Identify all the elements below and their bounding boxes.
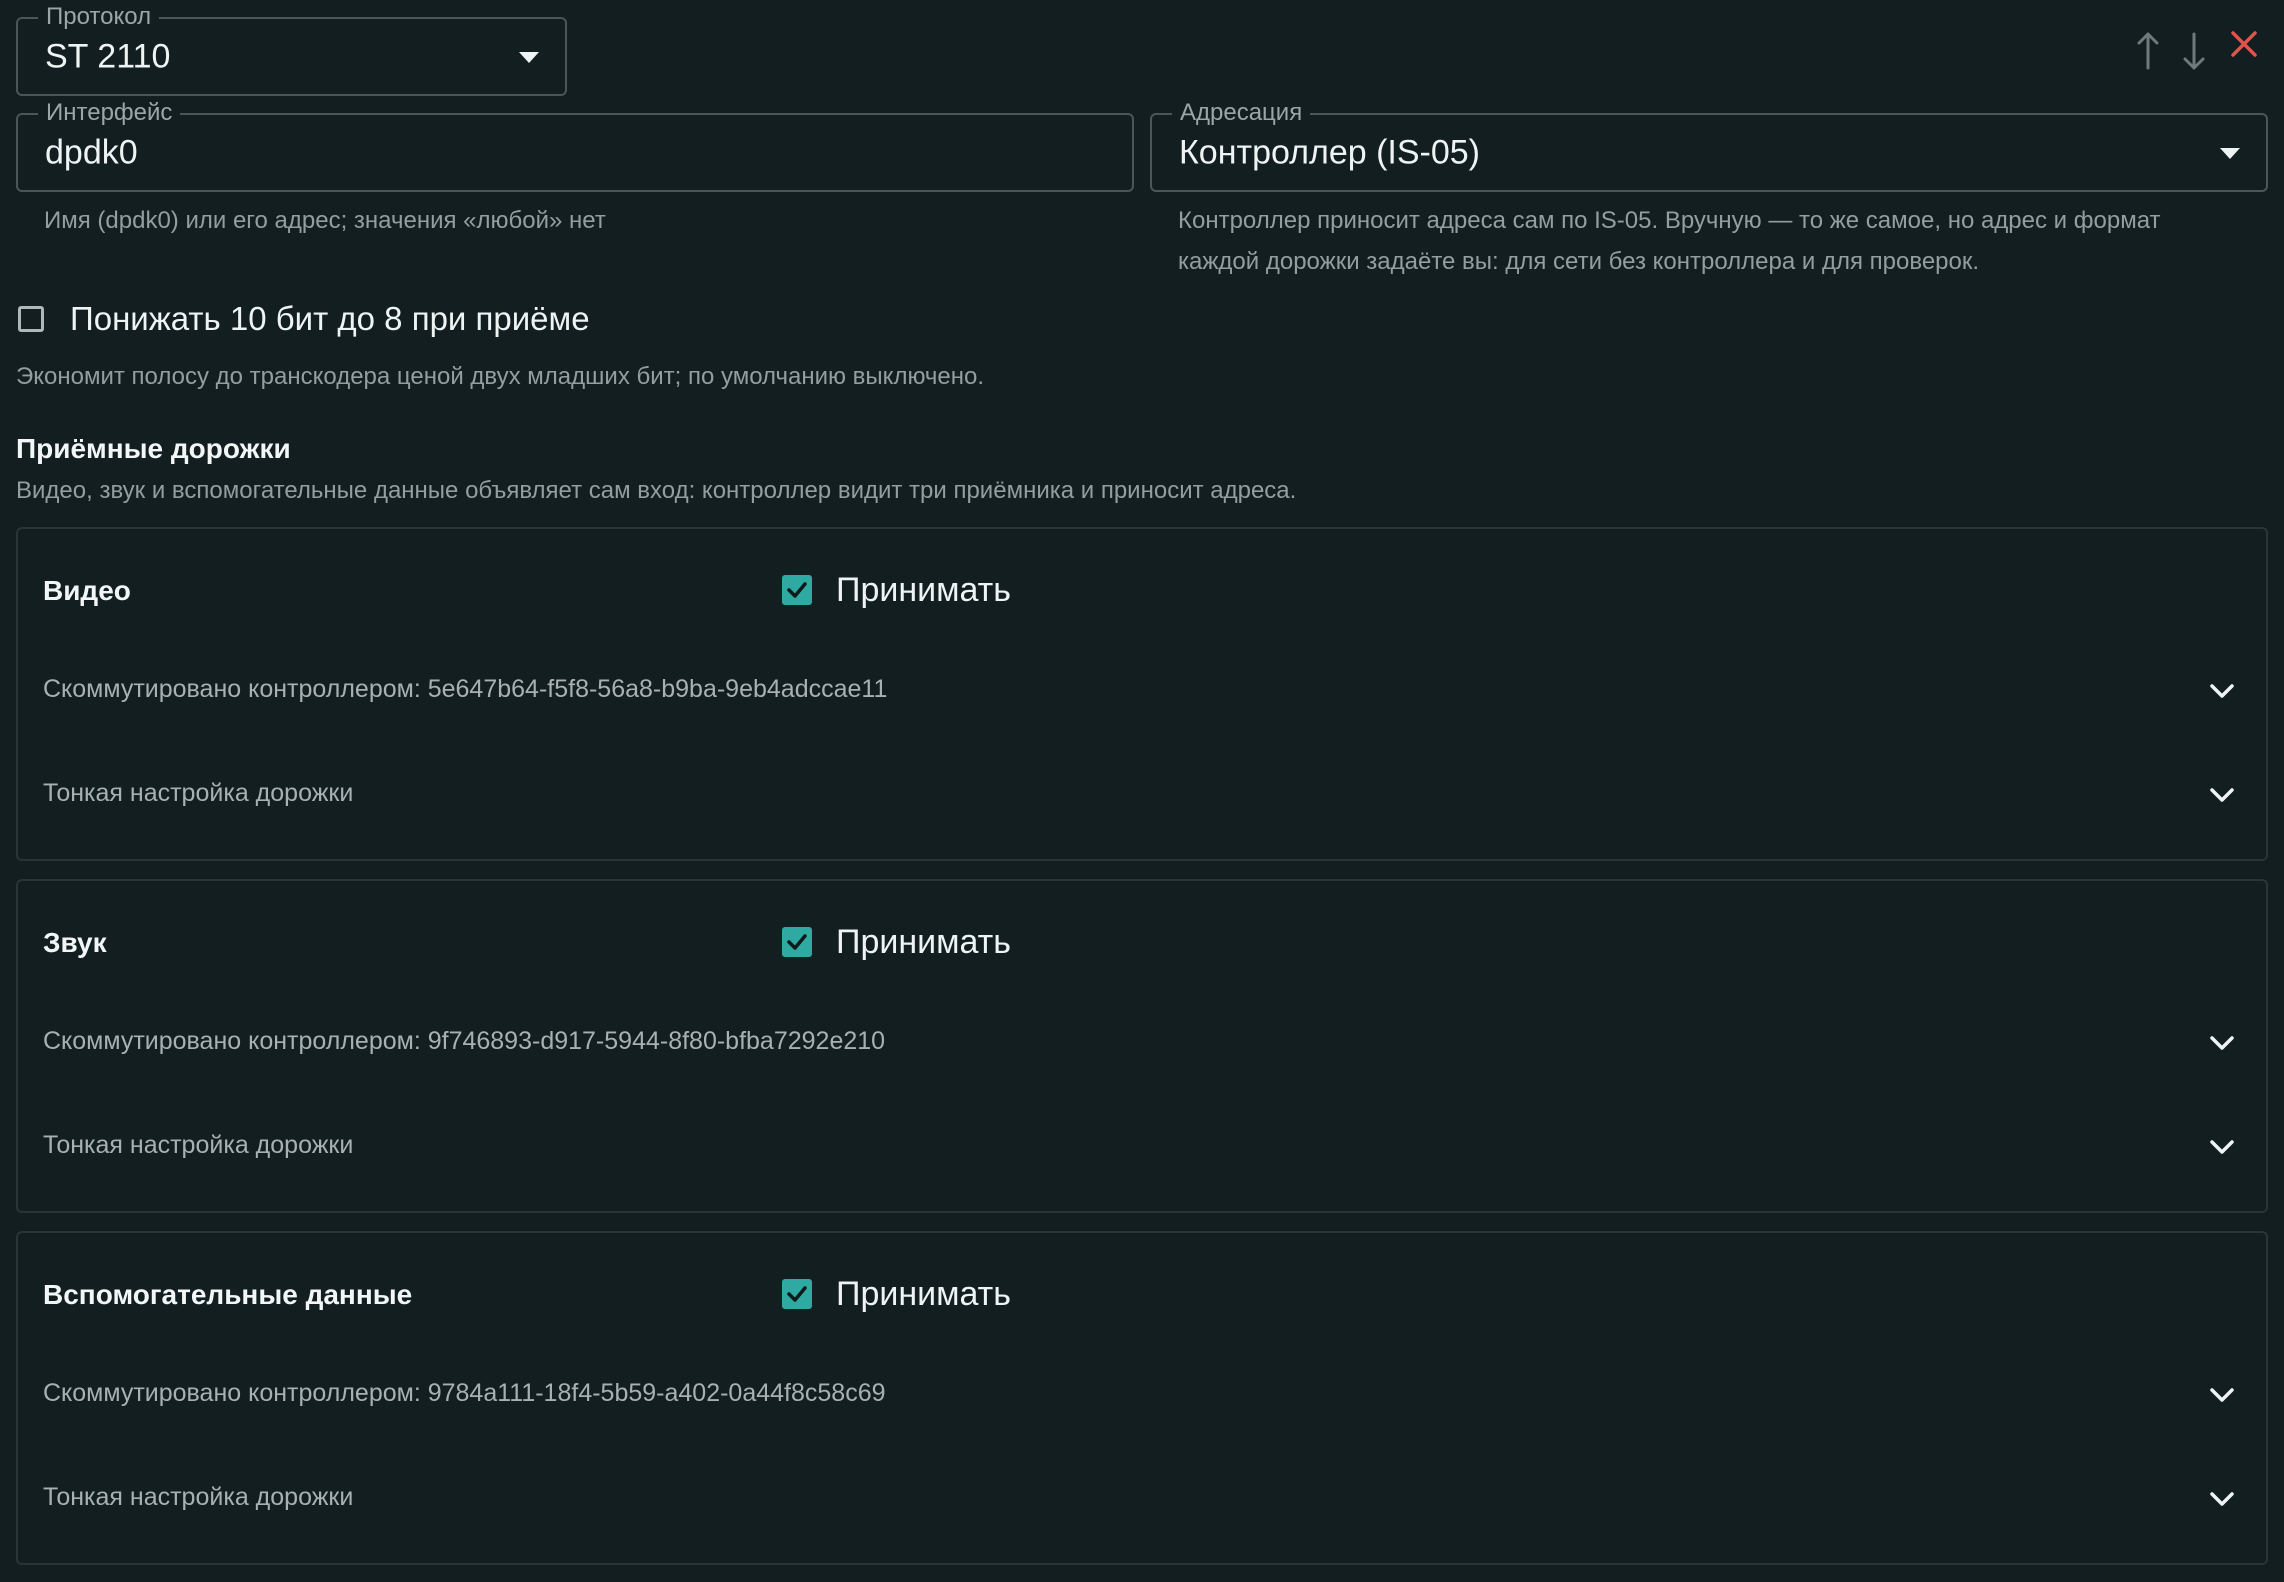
move-up-button[interactable]: [2128, 22, 2168, 78]
track-title: Звук: [43, 927, 107, 958]
chevron-down-icon[interactable]: [2208, 1033, 2236, 1053]
tracks-section-title: Приёмные дорожки: [16, 433, 291, 464]
track-card-video: Видео Принимать Скоммутировано контролле…: [16, 527, 2268, 861]
chevron-down-icon[interactable]: [2208, 1137, 2236, 1157]
addressing-legend: Адресация: [1172, 98, 1311, 128]
downconvert-checkbox[interactable]: [18, 306, 44, 332]
routed-row[interactable]: Скоммутировано контроллером: 9f746893-d9…: [43, 1027, 885, 1056]
protocol-value: ST 2110: [45, 37, 171, 75]
accept-label[interactable]: Принимать: [836, 1275, 1011, 1314]
checkmark-icon: [787, 934, 807, 950]
accept-label[interactable]: Принимать: [836, 923, 1011, 962]
addressing-helper-line1: Контроллер приносит адреса сам по IS-05.…: [1178, 207, 2161, 234]
tracks-section-subtitle: Видео, звук и вспомогательные данные объ…: [16, 477, 1297, 504]
downconvert-label[interactable]: Понижать 10 бит до 8 при приёме: [70, 300, 590, 338]
move-down-button[interactable]: [2174, 22, 2214, 78]
protocol-legend: Протокол: [38, 2, 160, 32]
accept-checkbox[interactable]: [782, 927, 812, 957]
remove-button[interactable]: [2224, 24, 2264, 80]
close-icon: [2231, 31, 2257, 57]
caret-down-icon: [519, 51, 539, 63]
track-title: Видео: [43, 575, 131, 606]
protocol-select[interactable]: Протокол ST 2110: [16, 2, 567, 96]
addressing-value: Контроллер (IS-05): [1179, 133, 1480, 171]
chevron-down-icon[interactable]: [2208, 1489, 2236, 1509]
accept-checkbox[interactable]: [782, 575, 812, 605]
chevron-down-icon[interactable]: [2208, 1385, 2236, 1405]
arrow-up-icon: [2137, 32, 2159, 70]
track-card-ancillary: Вспомогательные данные Принимать Скоммут…: [16, 1231, 2268, 1565]
accept-checkbox[interactable]: [782, 1279, 812, 1309]
checkmark-icon: [787, 582, 807, 598]
tuning-row[interactable]: Тонкая настройка дорожки: [43, 1131, 353, 1160]
tuning-row[interactable]: Тонкая настройка дорожки: [43, 779, 353, 808]
interface-legend: Интерфейс: [38, 98, 181, 128]
addressing-helper-line2: каждой дорожки задаёте вы: для сети без …: [1178, 248, 1980, 275]
accept-label[interactable]: Принимать: [836, 571, 1011, 610]
track-title: Вспомогательные данные: [43, 1279, 413, 1310]
arrow-down-icon: [2183, 32, 2205, 70]
addressing-helper: Контроллер приносит адреса сам по IS-05.…: [1178, 200, 2161, 282]
checkmark-icon: [787, 1286, 807, 1302]
chevron-down-icon[interactable]: [2208, 785, 2236, 805]
downconvert-helper: Экономит полосу до транскодера ценой дву…: [16, 363, 985, 390]
interface-input[interactable]: Интерфейс dpdk0: [16, 98, 1134, 192]
interface-value: dpdk0: [45, 133, 138, 171]
track-card-audio: Звук Принимать Скоммутировано контроллер…: [16, 879, 2268, 1213]
interface-helper: Имя (dpdk0) или его адрес; значения «люб…: [44, 207, 606, 234]
chevron-down-icon[interactable]: [2208, 681, 2236, 701]
tuning-row[interactable]: Тонкая настройка дорожки: [43, 1483, 353, 1512]
addressing-select[interactable]: Адресация Контроллер (IS-05): [1150, 98, 2268, 192]
routed-row[interactable]: Скоммутировано контроллером: 5e647b64-f5…: [43, 675, 887, 704]
routed-row[interactable]: Скоммутировано контроллером: 9784a111-18…: [43, 1379, 886, 1408]
caret-down-icon: [2220, 147, 2240, 159]
